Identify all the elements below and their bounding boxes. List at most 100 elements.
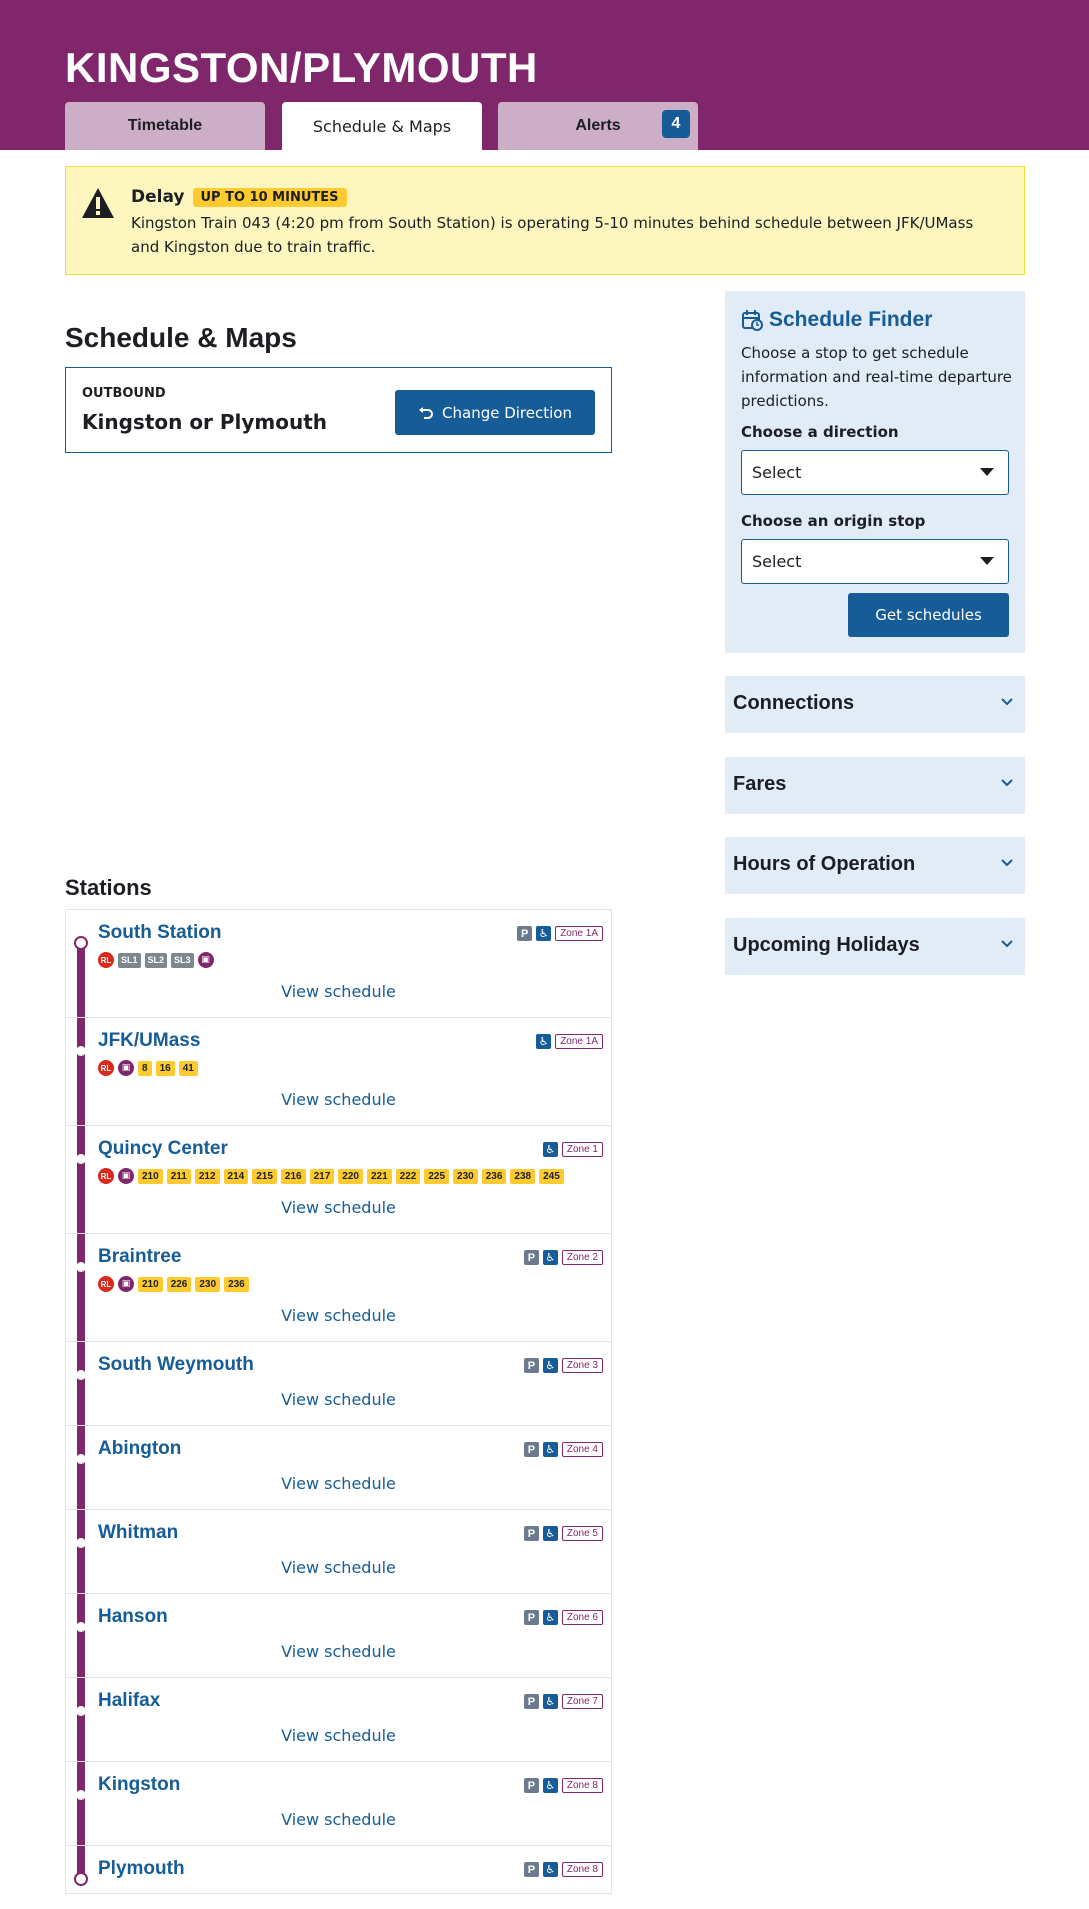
get-schedules-button[interactable]: Get schedules: [848, 593, 1009, 637]
origin-stop-select[interactable]: Select: [741, 539, 1009, 584]
zone-badge: Zone 3: [561, 1358, 603, 1373]
bus-route-badge[interactable]: 226: [166, 1276, 192, 1292]
bus-route-badge[interactable]: 220: [338, 1168, 363, 1184]
tab-timetable[interactable]: Timetable: [65, 102, 265, 150]
parking-icon: P: [523, 1694, 539, 1709]
bus-route-badge[interactable]: 230: [453, 1168, 478, 1184]
stop-marker: [76, 1046, 86, 1056]
red-line-icon[interactable]: RL: [98, 1060, 114, 1076]
calendar-icon: [742, 310, 763, 331]
bus-route-badge[interactable]: 230: [195, 1276, 221, 1292]
station-name-link[interactable]: Kingston: [98, 1774, 180, 1796]
accordion-hours-of-operation[interactable]: Hours of Operation: [725, 837, 1025, 894]
station-row: Whitman P ♿ Zone 5 View schedule: [66, 1510, 611, 1594]
silver-line-badge[interactable]: SL1: [118, 952, 141, 968]
station-name-link[interactable]: Hanson: [98, 1606, 168, 1628]
view-schedule-link[interactable]: View schedule: [66, 1390, 611, 1409]
commuter-rail-icon[interactable]: ▣: [118, 1276, 134, 1292]
station-name-link[interactable]: Whitman: [98, 1522, 178, 1544]
view-schedule-link[interactable]: View schedule: [66, 1810, 611, 1829]
view-schedule-link[interactable]: View schedule: [66, 1474, 611, 1493]
schedule-finder-label: Schedule Finder: [769, 308, 933, 331]
station-name-link[interactable]: JFK/UMass: [98, 1030, 200, 1052]
zone-badge: Zone 2: [561, 1250, 603, 1265]
red-line-icon[interactable]: RL: [98, 1276, 114, 1292]
silver-line-badge[interactable]: SL3: [171, 952, 194, 968]
view-schedule-link[interactable]: View schedule: [66, 1642, 611, 1661]
station-name-link[interactable]: Quincy Center: [98, 1138, 228, 1160]
commuter-rail-icon[interactable]: ▣: [197, 952, 214, 968]
accordion-connections[interactable]: Connections: [725, 676, 1025, 733]
direction-panel: OUTBOUND Kingston or Plymouth Change Dir…: [65, 367, 612, 453]
accordion-label: Upcoming Holidays: [733, 934, 920, 956]
accessible-icon: ♿: [536, 1034, 552, 1049]
accessible-icon: ♿: [542, 1694, 558, 1709]
bus-route-badge[interactable]: 236: [224, 1276, 249, 1292]
station-row: JFK/UMass ♿ Zone 1A RL ▣ 8 16 41 View schedule: [66, 1018, 611, 1126]
accordion-fares[interactable]: Fares: [725, 757, 1025, 814]
direction-select[interactable]: Select: [741, 450, 1009, 495]
silver-line-badge[interactable]: SL2: [144, 952, 168, 968]
accessible-icon: ♿: [542, 1862, 558, 1877]
red-line-icon[interactable]: RL: [98, 952, 114, 968]
station-name-link[interactable]: South Station: [98, 922, 221, 944]
bus-route-badge[interactable]: 214: [223, 1168, 249, 1184]
caret-down-icon: [980, 468, 994, 476]
zone-badge: Zone 1A: [555, 926, 603, 941]
alert-severity-badge: UP TO 10 MINUTES: [192, 187, 347, 207]
delay-alert: Delay UP TO 10 MINUTES Kingston Train 04…: [65, 166, 1025, 275]
station-name-link[interactable]: Plymouth: [98, 1858, 185, 1880]
change-direction-label: Change Direction: [442, 403, 572, 422]
station-name-link[interactable]: South Weymouth: [98, 1354, 254, 1376]
bus-route-badge[interactable]: 221: [366, 1168, 392, 1184]
view-schedule-link[interactable]: View schedule: [66, 1726, 611, 1745]
red-line-icon[interactable]: RL: [98, 1168, 114, 1184]
view-schedule-link[interactable]: View schedule: [66, 1198, 611, 1217]
tab-alerts[interactable]: Alerts 4: [498, 102, 698, 150]
commuter-rail-icon[interactable]: ▣: [118, 1060, 134, 1076]
station-name-link[interactable]: Halifax: [98, 1690, 160, 1712]
bus-route-badge[interactable]: 216: [280, 1168, 306, 1184]
alert-heading: Delay UP TO 10 MINUTES: [131, 187, 347, 207]
bus-route-badge[interactable]: 210: [138, 1168, 163, 1184]
view-schedule-link[interactable]: View schedule: [66, 1306, 611, 1325]
stop-marker: [76, 1622, 86, 1632]
zone-badge: Zone 1A: [555, 1034, 603, 1049]
chevron-down-icon: [1001, 698, 1013, 706]
change-direction-button[interactable]: Change Direction: [395, 390, 595, 435]
station-name-link[interactable]: Braintree: [98, 1246, 181, 1268]
bus-route-badge[interactable]: 16: [155, 1060, 175, 1076]
accordion-upcoming-holidays[interactable]: Upcoming Holidays: [725, 918, 1025, 975]
bus-route-badge[interactable]: 215: [252, 1168, 277, 1184]
section-title: Schedule & Maps: [65, 322, 297, 353]
bus-route-badge[interactable]: 236: [481, 1168, 507, 1184]
bus-route-badge[interactable]: 245: [539, 1168, 564, 1184]
stop-marker: [76, 1370, 86, 1380]
view-schedule-link[interactable]: View schedule: [66, 1558, 611, 1577]
accessible-icon: ♿: [542, 1610, 558, 1625]
tab-label: Timetable: [127, 117, 203, 134]
view-schedule-link[interactable]: View schedule: [66, 1090, 611, 1109]
station-features: ♿ Zone 1A: [536, 1034, 603, 1049]
bus-route-badge[interactable]: 212: [194, 1168, 220, 1184]
bus-route-badge[interactable]: 225: [424, 1168, 450, 1184]
commuter-rail-icon[interactable]: ▣: [118, 1168, 134, 1184]
bus-route-badge[interactable]: 211: [166, 1168, 191, 1184]
bus-route-badge[interactable]: 8: [138, 1060, 152, 1076]
bus-route-badge[interactable]: 222: [395, 1168, 421, 1184]
station-features: P ♿ Zone 4: [523, 1442, 603, 1457]
tab-schedule-maps[interactable]: Schedule & Maps: [282, 102, 482, 150]
direction-select-label: Choose a direction: [741, 423, 899, 441]
schedule-finder: Schedule Finder Choose a stop to get sch…: [725, 291, 1025, 653]
parking-icon: P: [517, 926, 533, 941]
bus-route-badge[interactable]: 210: [138, 1276, 163, 1292]
parking-icon: P: [523, 1358, 539, 1373]
station-name-link[interactable]: Abington: [98, 1438, 181, 1460]
alerts-count-badge: 4: [662, 110, 690, 138]
bus-route-badge[interactable]: 41: [178, 1060, 198, 1076]
bus-route-badge[interactable]: 217: [309, 1168, 335, 1184]
view-schedule-link[interactable]: View schedule: [66, 982, 611, 1001]
connections-row: RL ▣ 210 211 212 214 215 216 217 220 221 222 225 230 2…: [98, 1168, 564, 1184]
origin-select-label: Choose an origin stop: [741, 512, 926, 530]
bus-route-badge[interactable]: 238: [510, 1168, 536, 1184]
